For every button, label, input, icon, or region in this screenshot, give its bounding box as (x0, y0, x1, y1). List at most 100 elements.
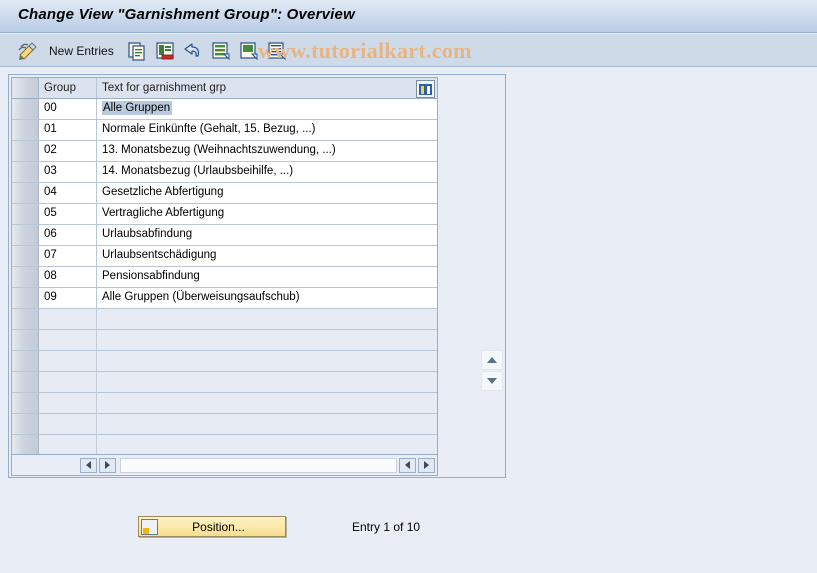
table-row[interactable]: 07 Urlaubsentschädigung (12, 246, 437, 267)
cell-group[interactable]: 05 (39, 204, 97, 224)
cell-text[interactable]: Alle Gruppen (Überweisungsaufschub) (97, 288, 437, 308)
column-header-group[interactable]: Group (39, 78, 97, 98)
cell-group[interactable]: 00 (39, 99, 97, 119)
row-selector[interactable] (12, 351, 39, 371)
row-selector[interactable] (12, 141, 39, 161)
table-row-empty[interactable] (12, 435, 437, 454)
new-entries-button[interactable]: New Entries (42, 38, 123, 64)
table-row[interactable]: 04 Gesetzliche Abfertigung (12, 183, 437, 204)
copy-as-button[interactable] (123, 38, 151, 64)
cell-text[interactable] (97, 372, 437, 392)
page-down-button[interactable] (481, 371, 503, 391)
cell-group[interactable]: 09 (39, 288, 97, 308)
position-icon (141, 518, 158, 535)
row-selector[interactable] (12, 330, 39, 350)
panel-page-scroll[interactable] (481, 350, 507, 392)
row-selector[interactable] (12, 162, 39, 182)
cell-text[interactable]: 14. Monatsbezug (Urlaubsbeihilfe, ...) (97, 162, 437, 182)
table-row-empty[interactable] (12, 309, 437, 330)
sap-gui-window: Change View "Garnishment Group": Overvie… (0, 0, 817, 573)
hscroll-left-button[interactable] (80, 457, 97, 473)
cell-text[interactable]: Normale Einkünfte (Gehalt, 15. Bezug, ..… (97, 120, 437, 140)
cell-group[interactable] (39, 435, 97, 454)
table-row[interactable]: 00 Alle Gruppen (12, 99, 437, 120)
cell-group[interactable]: 02 (39, 141, 97, 161)
table-row[interactable]: 09 Alle Gruppen (Überweisungsaufschub) (12, 288, 437, 309)
row-selector[interactable] (12, 393, 39, 413)
cell-group[interactable]: 08 (39, 267, 97, 287)
cell-text[interactable] (97, 309, 437, 329)
table-row-empty[interactable] (12, 414, 437, 435)
table-row[interactable]: 03 14. Monatsbezug (Urlaubsbeihilfe, ...) (12, 162, 437, 183)
hscroll-track[interactable] (120, 457, 397, 473)
chevron-left-icon (405, 461, 410, 469)
position-button[interactable]: Position... (138, 516, 286, 537)
hscroll-page-left-button[interactable] (399, 457, 416, 473)
cell-text[interactable] (97, 351, 437, 371)
row-selector[interactable] (12, 414, 39, 434)
select-all-button[interactable] (207, 38, 235, 64)
table-row[interactable]: 06 Urlaubsabfindung (12, 225, 437, 246)
cell-text[interactable] (97, 435, 437, 454)
cell-group[interactable] (39, 414, 97, 434)
column-header-text[interactable]: Text for garnishment grp (97, 78, 437, 98)
delete-row-button[interactable] (151, 38, 179, 64)
cell-text[interactable] (97, 393, 437, 413)
column-config-icon[interactable] (416, 80, 435, 98)
cell-group[interactable] (39, 372, 97, 392)
row-selector[interactable] (12, 183, 39, 203)
cell-text[interactable]: Urlaubsentschädigung (97, 246, 437, 266)
cell-text[interactable] (97, 330, 437, 350)
table-row[interactable]: 01 Normale Einkünfte (Gehalt, 15. Bezug, … (12, 120, 437, 141)
table-row[interactable]: 02 13. Monatsbezug (Weihnachtszuwendung, … (12, 141, 437, 162)
cell-text[interactable]: Gesetzliche Abfertigung (97, 183, 437, 203)
cell-group[interactable]: 03 (39, 162, 97, 182)
hscroll-right-button[interactable] (99, 457, 116, 473)
cell-text[interactable] (97, 414, 437, 434)
table-row-empty[interactable] (12, 393, 437, 414)
row-selector[interactable] (12, 372, 39, 392)
position-button-label: Position... (192, 519, 245, 534)
cell-group[interactable] (39, 351, 97, 371)
cell-text[interactable]: Pensionsabfindung (97, 267, 437, 287)
row-selector[interactable] (12, 267, 39, 287)
new-entries-label: New Entries (49, 43, 114, 58)
cell-text[interactable]: Alle Gruppen (97, 99, 437, 119)
cell-text[interactable]: Vertragliche Abfertigung (97, 204, 437, 224)
delete-row-icon (154, 41, 176, 61)
pencil-edit-icon (17, 41, 39, 61)
cell-group[interactable]: 04 (39, 183, 97, 203)
cell-text[interactable]: Urlaubsabfindung (97, 225, 437, 245)
table-row-empty[interactable] (12, 330, 437, 351)
garnishment-group-table: Group Text for garnishment grp 00 Alle Gr… (11, 77, 438, 455)
table-row-empty[interactable] (12, 372, 437, 393)
row-selector[interactable] (12, 246, 39, 266)
select-all-cell[interactable] (12, 78, 39, 98)
cell-group[interactable]: 06 (39, 225, 97, 245)
table-header-row: Group Text for garnishment grp (12, 77, 437, 99)
row-selector[interactable] (12, 120, 39, 140)
row-selector[interactable] (12, 204, 39, 224)
cell-group[interactable] (39, 330, 97, 350)
table-horizontal-scrollbar[interactable] (11, 455, 438, 476)
hscroll-page-right-button[interactable] (418, 457, 435, 473)
cell-group[interactable]: 07 (39, 246, 97, 266)
chevron-down-icon (487, 378, 497, 384)
cell-group[interactable] (39, 393, 97, 413)
cell-group[interactable] (39, 309, 97, 329)
row-selector[interactable] (12, 288, 39, 308)
row-selector[interactable] (12, 309, 39, 329)
row-selector[interactable] (12, 99, 39, 119)
table-row-empty[interactable] (12, 351, 437, 372)
row-selector[interactable] (12, 435, 39, 454)
row-selector[interactable] (12, 225, 39, 245)
table-panel: Group Text for garnishment grp 00 Alle Gr… (8, 74, 506, 478)
undo-button[interactable] (179, 38, 207, 64)
cell-group[interactable]: 01 (39, 120, 97, 140)
table-row[interactable]: 08 Pensionsabfindung (12, 267, 437, 288)
edit-button[interactable] (14, 38, 42, 64)
cell-text[interactable]: 13. Monatsbezug (Weihnachtszuwendung, ..… (97, 141, 437, 161)
page-up-button[interactable] (481, 350, 503, 370)
table-row[interactable]: 05 Vertragliche Abfertigung (12, 204, 437, 225)
select-all-icon (210, 41, 232, 61)
